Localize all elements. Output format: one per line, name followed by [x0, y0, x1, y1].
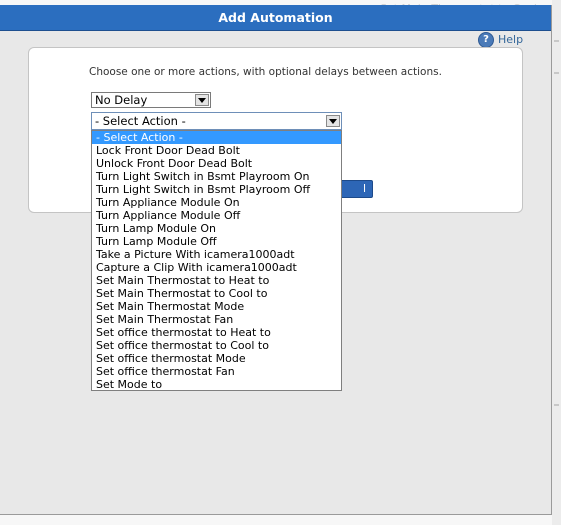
action-option[interactable]: Turn Light Switch in Bsmt Playroom On: [92, 170, 341, 183]
action-option[interactable]: Turn Appliance Module On: [92, 196, 341, 209]
action-option[interactable]: Set Mode to: [92, 378, 341, 390]
background-scrollbar[interactable]: [552, 0, 561, 525]
scrollbar-tick: [554, 72, 559, 74]
help-label: Help: [498, 33, 524, 46]
scrollbar-tick: [554, 404, 559, 406]
action-select[interactable]: - Select Action -: [91, 112, 342, 130]
delay-select-value: No Delay: [95, 93, 148, 107]
action-option[interactable]: - Select Action -: [92, 131, 341, 144]
action-option[interactable]: Take a Picture With icamera1000adt: [92, 248, 341, 261]
action-option[interactable]: Capture a Clip With icamera1000adt: [92, 261, 341, 274]
action-option[interactable]: Turn Appliance Module Off: [92, 209, 341, 222]
action-option[interactable]: Set Main Thermostat Fan: [92, 313, 341, 326]
scrollbar-tick: [554, 40, 559, 42]
help-link[interactable]: ? Help: [478, 32, 523, 48]
action-option[interactable]: Set office thermostat to Heat to: [92, 326, 341, 339]
chevron-down-icon[interactable]: [326, 115, 340, 127]
action-option[interactable]: Set Main Thermostat to Heat to: [92, 274, 341, 287]
dialog-title: Add Automation: [0, 5, 551, 31]
chevron-down-icon[interactable]: [195, 94, 209, 106]
action-option[interactable]: Turn Light Switch in Bsmt Playroom Off: [92, 183, 341, 196]
action-option[interactable]: Set Main Thermostat to Cool to: [92, 287, 341, 300]
action-option[interactable]: Set office thermostat Fan: [92, 365, 341, 378]
question-mark-icon: ?: [478, 32, 494, 48]
action-option[interactable]: Lock Front Door Dead Bolt: [92, 144, 341, 157]
delay-select[interactable]: No Delay: [91, 92, 211, 108]
instruction-text: Choose one or more actions, with optiona…: [89, 66, 442, 78]
action-option[interactable]: Set office thermostat to Cool to: [92, 339, 341, 352]
action-dropdown-list[interactable]: - Select Action - Lock Front Door Dead B…: [91, 130, 342, 391]
action-option[interactable]: Unlock Front Door Dead Bolt: [92, 157, 341, 170]
action-select-value: - Select Action -: [95, 114, 186, 128]
action-option[interactable]: Set office thermostat Mode: [92, 352, 341, 365]
action-option[interactable]: Turn Lamp Module Off: [92, 235, 341, 248]
action-option[interactable]: Set Main Thermostat Mode: [92, 300, 341, 313]
action-option[interactable]: Turn Lamp Module On: [92, 222, 341, 235]
